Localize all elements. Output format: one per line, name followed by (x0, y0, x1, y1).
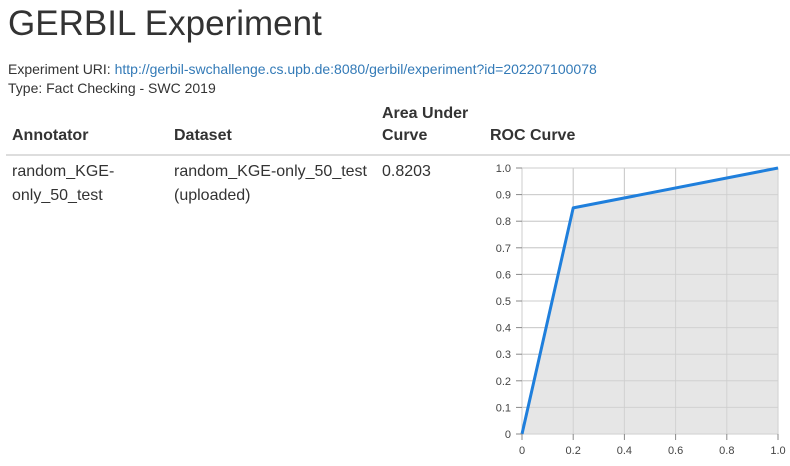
cell-auc: 0.8203 (382, 163, 431, 180)
y-tick-label: 0.6 (496, 269, 511, 281)
y-tick-label: 0 (505, 429, 511, 441)
y-tick-label: 0.8 (496, 216, 511, 228)
y-tick-label: 0.4 (496, 323, 511, 335)
cell-annotator: random_KGE- only_50_test (12, 160, 114, 208)
header-annotator: Annotator (12, 127, 89, 144)
experiment-type: Type: Fact Checking - SWC 2019 (8, 80, 216, 96)
x-tick-label: 0 (519, 445, 525, 457)
experiment-uri-label: Experiment URI: (8, 61, 111, 77)
page-title: GERBIL Experiment (8, 4, 322, 43)
header-auc-line1: Area Under (382, 105, 469, 122)
y-tick-label: 0.5 (496, 296, 511, 308)
x-tick-label: 0.4 (617, 445, 632, 457)
header-auc: Area Under Curve (382, 103, 468, 147)
roc-curve-chart: 0 0.1 0.2 0.3 0.4 0.5 0.6 0.7 0.8 0.9 1.0 0 0.2 0.4 0.… (496, 163, 786, 457)
cell-annotator-line1: random_KGE- (12, 163, 115, 180)
cell-dataset-line1: random_KGE-only_50_test (174, 163, 367, 180)
y-tick-label: 0.9 (496, 190, 511, 202)
y-tick-label: 0.3 (496, 349, 511, 361)
experiment-page: GERBIL Experiment Experiment URI: http:/… (0, 0, 790, 466)
x-tick-label: 0.2 (566, 445, 581, 457)
x-tick-label: 1.0 (770, 445, 785, 457)
header-roc-curve: ROC Curve (490, 127, 576, 144)
header-auc-line2: Curve (382, 127, 428, 144)
y-tick-label: 1.0 (496, 163, 511, 175)
experiment-uri-line: Experiment URI: http://gerbil-swchalleng… (8, 60, 597, 78)
cell-dataset: random_KGE-only_50_test (uploaded) (174, 160, 367, 208)
cell-annotator-line2: only_50_test (12, 187, 103, 204)
y-tick-label: 0.2 (496, 376, 511, 388)
y-tick-label: 0.1 (496, 402, 511, 414)
x-tick-label: 0.8 (719, 445, 734, 457)
experiment-uri-link[interactable]: http://gerbil-swchallenge.cs.upb.de:8080… (115, 61, 597, 77)
header-dataset: Dataset (174, 127, 232, 144)
y-tick-label: 0.7 (496, 243, 511, 255)
cell-dataset-line2: (uploaded) (174, 187, 251, 204)
x-tick-label: 0.6 (668, 445, 683, 457)
